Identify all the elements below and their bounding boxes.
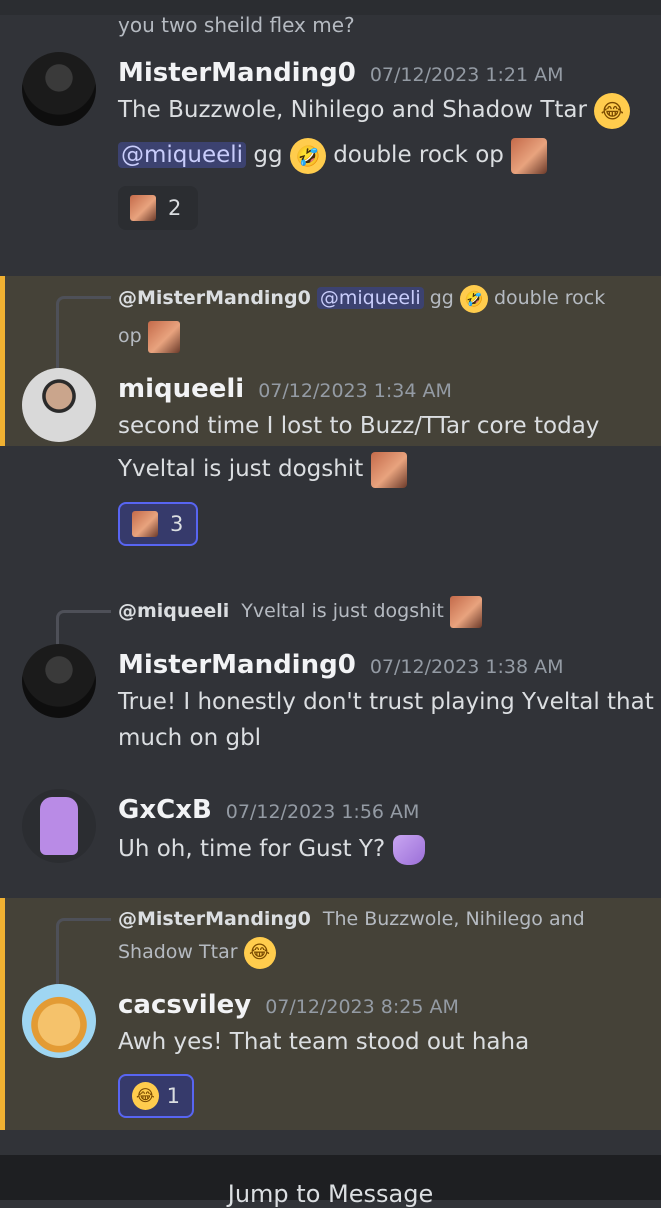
author-name[interactable]: MisterManding0 07/12/2023 1:21 AM <box>118 58 563 88</box>
reply-text: double rock <box>493 287 606 309</box>
author-label[interactable]: miqueeli <box>118 374 244 404</box>
reply-username[interactable]: @MisterManding0 <box>118 908 311 930</box>
message-text: Uh oh, time for Gust Y? <box>118 836 386 862</box>
timestamp: 07/12/2023 1:34 AM <box>258 380 452 402</box>
message-1[interactable]: MisterManding0 07/12/2023 1:21 AM The Buz… <box>0 40 661 270</box>
reply-mention[interactable]: @miqueeli <box>316 287 424 309</box>
custom-face-emoji-icon <box>130 195 156 221</box>
message-3[interactable]: @miqueeli Yveltal is just dogshit Mister… <box>0 590 661 760</box>
author-name[interactable]: GxCxB 07/12/2023 1:56 AM <box>118 795 419 825</box>
custom-face-emoji-icon <box>147 320 180 353</box>
reaction-count: 1 <box>166 1084 180 1108</box>
author-name[interactable]: miqueeli 07/12/2023 1:34 AM <box>118 374 452 404</box>
author-name[interactable]: MisterManding0 07/12/2023 1:38 AM <box>118 650 563 680</box>
author-label[interactable]: MisterManding0 <box>118 650 356 680</box>
message-line-2: much on gbl <box>118 725 262 751</box>
message-text: double rock op <box>333 142 504 168</box>
reply-spine <box>56 918 111 987</box>
joy-emoji-icon: 😂 <box>243 936 276 969</box>
reply-text: The Buzzwole, Nihilego and <box>322 908 585 930</box>
author-name[interactable]: cacsviley 07/12/2023 8:25 AM <box>118 990 459 1020</box>
reply-username[interactable]: @miqueeli <box>118 600 229 622</box>
avatar[interactable] <box>22 789 96 863</box>
avatar-figure <box>40 797 78 855</box>
avatar[interactable] <box>22 644 96 718</box>
timestamp: 07/12/2023 1:21 AM <box>369 64 564 86</box>
jump-to-message-button[interactable]: Jump to Message <box>0 1180 661 1208</box>
message-2-line-2: Yveltal is just dogshit <box>118 450 407 488</box>
reaction-count: 2 <box>168 196 182 220</box>
joy-emoji-icon: 😂 <box>594 92 631 129</box>
custom-face-emoji-icon <box>511 137 548 174</box>
reply-preview[interactable]: @MisterManding0 @miqueeli gg 🤣 double ro… <box>118 280 605 316</box>
message-line-1: second time I lost to Buzz/TTar core tod… <box>118 413 600 439</box>
custom-purple-emoji-icon <box>392 834 425 865</box>
custom-face-emoji-icon <box>449 595 482 628</box>
reply-username[interactable]: @MisterManding0 <box>118 287 311 309</box>
avatar[interactable] <box>22 984 96 1058</box>
timestamp: 07/12/2023 1:56 AM <box>225 801 420 823</box>
author-label[interactable]: MisterManding0 <box>118 58 356 88</box>
rolling-laugh-emoji-icon: 🤣 <box>289 137 326 174</box>
message-2[interactable]: @MisterManding0 @miqueeli gg 🤣 double ro… <box>0 276 661 446</box>
reply-preview-line-2: op <box>118 318 180 354</box>
reply-text: op <box>118 325 142 347</box>
reply-text: Yveltal is just dogshit <box>241 600 444 622</box>
avatar[interactable] <box>22 368 96 442</box>
reply-preview[interactable]: @MisterManding0 The Buzzwole, Nihilego a… <box>118 901 585 937</box>
custom-face-emoji-icon <box>370 451 407 488</box>
author-label[interactable]: GxCxB <box>118 795 212 825</box>
custom-face-emoji-icon <box>132 511 158 537</box>
author-label[interactable]: cacsviley <box>118 990 251 1020</box>
user-mention[interactable]: @miqueeli <box>118 142 247 168</box>
message-text: gg <box>253 142 283 168</box>
previous-message-text: you two sheild flex me? <box>118 13 355 37</box>
reply-text: Shadow Ttar <box>118 941 238 963</box>
reaction-button[interactable]: 2 <box>118 186 198 230</box>
reaction-count: 3 <box>170 512 184 536</box>
reply-preview-line-2: Shadow Ttar 😂 <box>118 934 276 970</box>
avatar[interactable] <box>22 52 96 126</box>
timestamp: 07/12/2023 8:25 AM <box>265 996 459 1018</box>
message-5[interactable]: @MisterManding0 The Buzzwole, Nihilego a… <box>0 898 661 1130</box>
reply-preview[interactable]: @miqueeli Yveltal is just dogshit <box>118 593 482 629</box>
message-line-1: Uh oh, time for Gust Y? <box>118 830 425 868</box>
message-text: Yveltal is just dogshit <box>118 456 364 482</box>
message-text: The Buzzwole, Nihilego and Shadow Ttar <box>118 97 587 123</box>
message-4[interactable]: GxCxB 07/12/2023 1:56 AM Uh oh, time for … <box>0 785 661 885</box>
message-line-1: Awh yes! That team stood out haha <box>118 1029 530 1055</box>
message-line-1: The Buzzwole, Nihilego and Shadow Ttar 😂 <box>118 91 631 129</box>
rolling-laugh-emoji-icon: 🤣 <box>459 284 488 313</box>
reply-spine <box>56 296 111 369</box>
message-line-1: True! I honestly don't trust playing Yve… <box>118 689 654 715</box>
joy-emoji-icon: 😂 <box>132 1082 159 1110</box>
timestamp: 07/12/2023 1:38 AM <box>369 656 564 678</box>
reply-text: gg <box>429 287 454 309</box>
reaction-button-selected[interactable]: 😂 1 <box>118 1074 194 1118</box>
reaction-button-selected[interactable]: 3 <box>118 502 198 546</box>
message-line-2: @miqueeli gg 🤣 double rock op <box>118 136 548 174</box>
